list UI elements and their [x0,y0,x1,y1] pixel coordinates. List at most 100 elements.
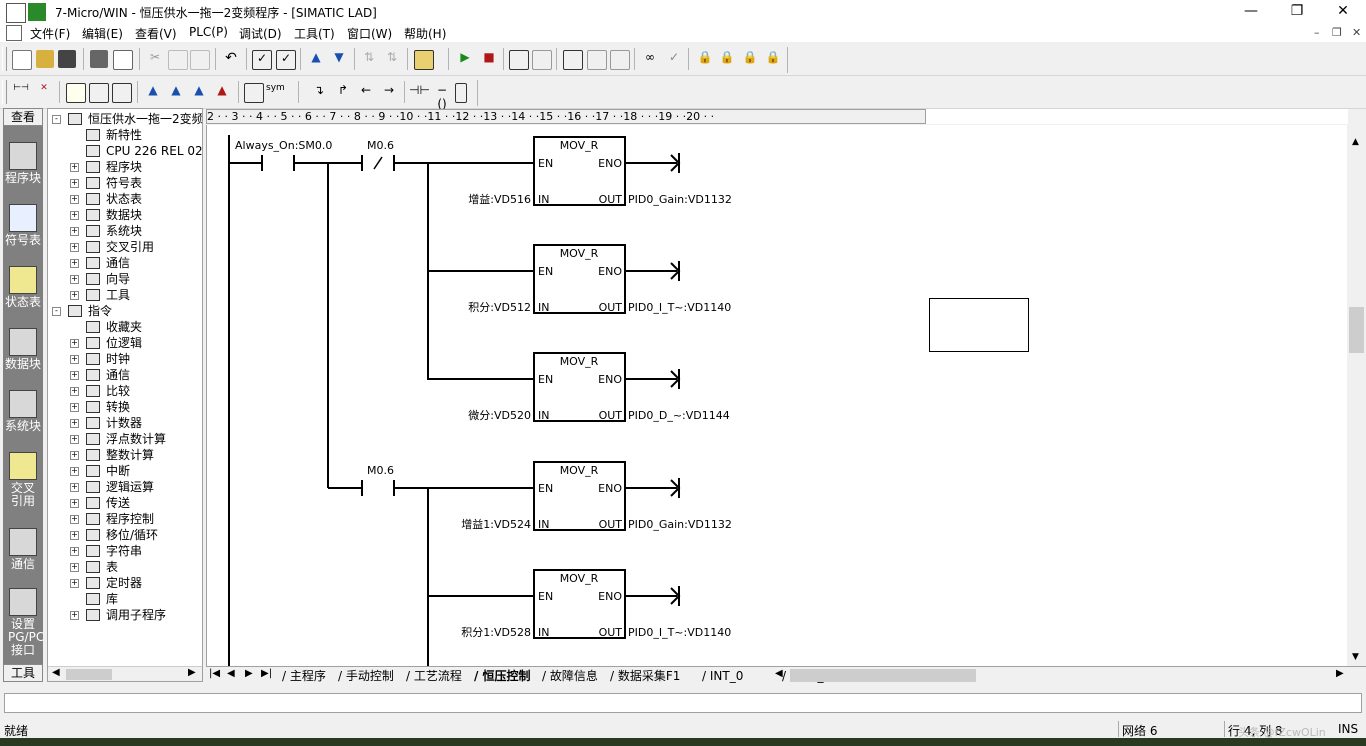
tree-item[interactable]: + 系统块 [48,223,202,239]
mdi-close-button[interactable]: ✕ [1352,26,1361,39]
tree-item[interactable]: + 时钟 [48,351,202,367]
expand-icon[interactable]: + [70,355,79,364]
nav-data-block[interactable]: 数据块 [3,328,43,371]
toggle-poU-comment-icon[interactable] [66,83,86,103]
tree-item[interactable]: CPU 226 REL 02.0 [48,143,202,159]
nav-cross-reference[interactable]: 交叉引用 [3,452,43,508]
tree-item[interactable]: + 中断 [48,463,202,479]
view-header[interactable]: 查看 [3,108,43,126]
undo-icon[interactable]: ↶ [222,50,240,68]
scroll-right-icon[interactable]: ▶ [188,667,196,678]
tree-item[interactable]: 新特性 [48,127,202,143]
tree-item[interactable]: + 逻辑运算 [48,479,202,495]
output-window[interactable] [4,693,1362,713]
toggle-bookmark-icon[interactable]: ▲ [144,83,162,101]
write-all-icon[interactable] [610,50,630,70]
maximize-button[interactable]: ❐ [1274,0,1320,24]
menu-file[interactable]: 文件(F) [30,25,70,42]
next-bookmark-icon[interactable]: ▲ [167,83,185,101]
scroll-up-icon[interactable]: ▲ [1352,137,1359,147]
line-down-icon[interactable]: ↴ [310,83,328,101]
delete-network-icon[interactable]: ✕ [35,83,53,101]
expand-icon[interactable]: + [70,211,79,220]
expand-icon[interactable]: + [70,179,79,188]
contact-icon[interactable]: ⊣⊢ [409,83,430,101]
tree-item[interactable]: + 整数计算 [48,447,202,463]
remove-bookmarks-icon[interactable]: ▲ [213,83,231,101]
options-icon[interactable] [414,50,434,70]
expand-icon[interactable]: + [70,227,79,236]
tree-item[interactable]: + 调用子程序 [48,607,202,623]
open-icon[interactable] [36,50,54,68]
tree-item[interactable]: + 字符串 [48,543,202,559]
tree-item[interactable]: + 表 [48,559,202,575]
program-tab[interactable]: / 故障信息 [542,668,598,684]
expand-icon[interactable]: + [70,275,79,284]
stop-icon[interactable]: ■ [480,50,498,68]
scroll-down-icon[interactable]: ▼ [1352,652,1359,662]
unlock-icon[interactable]: 🔒 [718,50,736,68]
program-tab[interactable]: / 数据采集F1 [610,668,680,684]
run-icon[interactable]: ▶ [456,50,474,68]
tree-item[interactable]: + 传送 [48,495,202,511]
expand-icon[interactable]: + [70,467,79,476]
program-status-icon[interactable] [509,50,529,70]
upload-icon[interactable]: ▲ [307,50,325,68]
editor-vscrollbar[interactable]: ▲ ▼ [1348,137,1365,665]
tree-item[interactable]: 库 [48,591,202,607]
menu-view[interactable]: 查看(V) [135,25,177,42]
tree-item[interactable]: + 通信 [48,367,202,383]
program-tab[interactable]: / INT_0 [702,668,743,684]
cut-icon[interactable]: ✂ [146,50,164,68]
tree-hscroll-thumb[interactable] [66,669,112,680]
expand-icon[interactable]: + [70,419,79,428]
menu-edit[interactable]: 编辑(E) [82,25,123,42]
download-icon[interactable]: ▼ [330,50,348,68]
tree-item[interactable]: + 通信 [48,255,202,271]
lock-icon[interactable]: 🔒 [696,50,714,68]
tree-item[interactable]: + 比较 [48,383,202,399]
expand-icon[interactable]: + [70,339,79,348]
symbol-table-icon[interactable]: sym [266,83,285,101]
copy-icon[interactable] [168,50,188,70]
sort-descending-icon[interactable]: ⇅ [383,50,401,68]
expand-icon[interactable]: + [70,435,79,444]
tree-item[interactable]: + 计数器 [48,415,202,431]
menu-window[interactable]: 窗口(W) [347,25,392,42]
document-icon[interactable] [6,3,26,23]
nav-system-block[interactable]: 系统块 [3,390,43,433]
glasses-icon[interactable]: ∞ [641,50,659,68]
trend-icon[interactable] [563,50,583,70]
line-up-icon[interactable]: ↱ [334,83,352,101]
nav-communications[interactable]: 通信 [3,528,43,571]
tools-footer[interactable]: 工具 [3,664,43,682]
compile-icon[interactable]: ✓ [252,50,272,70]
coil-icon[interactable]: −() [433,83,451,111]
insert-network-icon[interactable]: ⊢⊣ [12,83,30,101]
tree-item[interactable]: + 数据块 [48,207,202,223]
tree-item[interactable]: 收藏夹 [48,319,202,335]
expand-icon[interactable]: + [70,243,79,252]
mdi-minimize-button[interactable]: – [1314,26,1320,39]
close-button[interactable]: ✕ [1320,0,1366,24]
apply-symbols-icon[interactable] [244,83,264,103]
paste-icon[interactable] [190,50,210,70]
expand-icon[interactable]: + [70,579,79,588]
collapse-icon[interactable]: - [52,115,61,124]
compile-all-icon[interactable]: ✓ [276,50,296,70]
expand-icon[interactable]: + [70,547,79,556]
tree-item[interactable]: - 恒压供水一拖一2变频 [48,111,202,127]
ladder-diagram[interactable]: Always_On:SM0.0 M0.6 M0.6 MOV_R EN ENO IN OU… [207,125,1347,666]
previous-bookmark-icon[interactable]: ▲ [190,83,208,101]
tree-item[interactable]: + 浮点数计算 [48,431,202,447]
tree-item[interactable]: + 程序块 [48,159,202,175]
collapse-icon[interactable]: - [52,307,61,316]
tree-item[interactable]: + 交叉引用 [48,239,202,255]
tree-item[interactable]: + 位逻辑 [48,335,202,351]
line-right-icon[interactable]: → [380,83,398,101]
tree-item[interactable]: + 程序控制 [48,511,202,527]
expand-icon[interactable]: + [70,403,79,412]
hscroll-right-icon[interactable]: ▶ [1336,668,1344,679]
tree-item[interactable]: + 转换 [48,399,202,415]
tree-item[interactable]: + 向导 [48,271,202,287]
